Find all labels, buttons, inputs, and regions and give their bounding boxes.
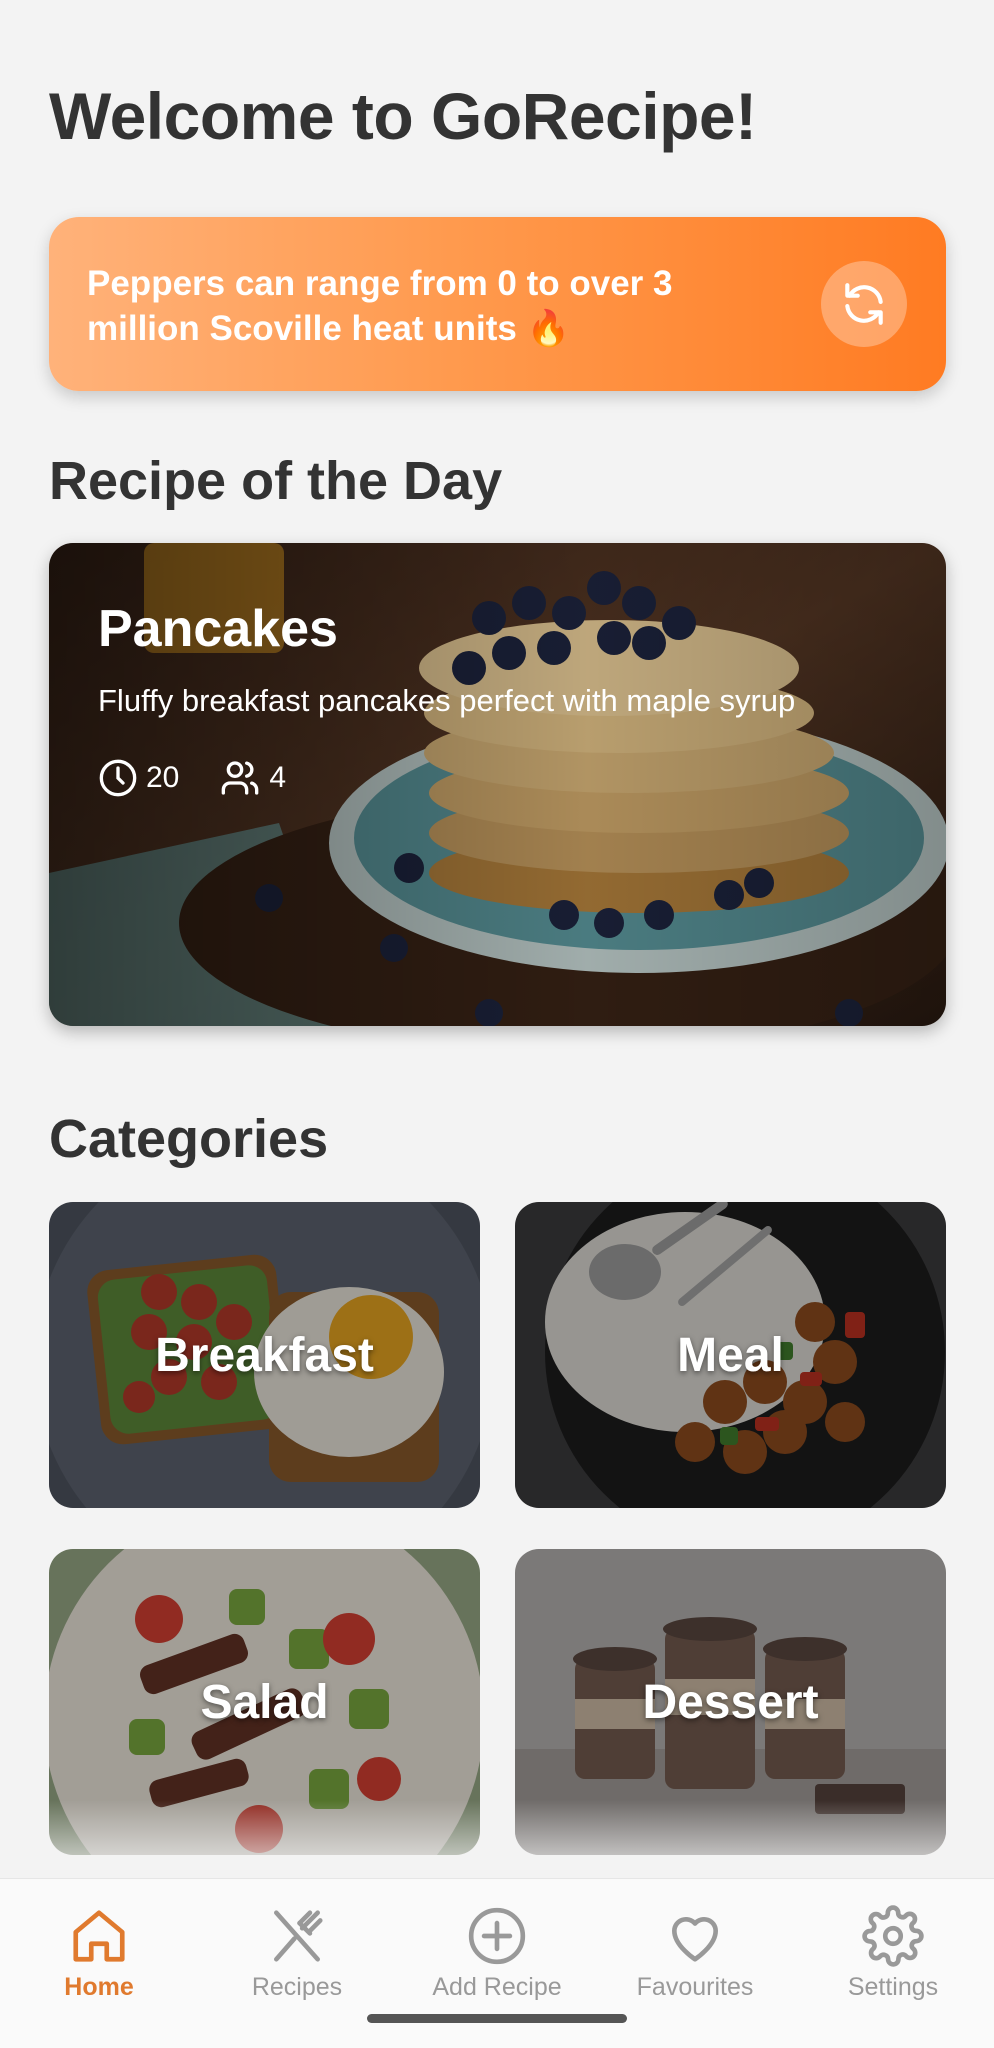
categories-heading: Categories	[49, 1109, 329, 1169]
refresh-icon	[845, 283, 883, 325]
fact-text: Peppers can range from 0 to over 3 milli…	[87, 264, 673, 348]
recipe-servings-value: 4	[269, 761, 287, 794]
refresh-fact-button[interactable]	[821, 261, 907, 347]
page-title: Welcome to GoRecipe!	[49, 79, 757, 153]
nav-label: Add Recipe	[432, 1973, 562, 2001]
recipe-description: Fluffy breakfast pancakes perfect with m…	[98, 683, 796, 718]
recipe-name: Pancakes	[98, 600, 338, 658]
nav-settings[interactable]: Settings	[798, 1905, 988, 2002]
category-breakfast[interactable]: Breakfast	[49, 1202, 480, 1508]
recipe-servings: 4	[219, 758, 286, 798]
nav-label: Settings	[847, 1973, 939, 2001]
users-icon	[222, 761, 259, 795]
nav-recipes[interactable]: Recipes	[202, 1905, 392, 2002]
nav-label: Home	[64, 1973, 134, 2001]
category-meal[interactable]: Meal	[515, 1202, 946, 1508]
nav-favourites[interactable]: Favourites	[600, 1905, 790, 2002]
recipe-meta: 20 4	[98, 758, 326, 798]
category-label: Breakfast	[155, 1328, 374, 1382]
clock-icon	[99, 759, 137, 797]
home-icon	[73, 1910, 125, 1962]
utensils-icon	[274, 1910, 323, 1962]
nav-label: Favourites	[636, 1973, 754, 2001]
plus-circle-icon	[468, 1907, 526, 1965]
recipe-time: 20	[98, 758, 179, 798]
scroll-fade	[0, 1800, 994, 1880]
recipe-time-value: 20	[146, 761, 180, 794]
home-indicator[interactable]	[367, 2014, 627, 2023]
nav-home[interactable]: Home	[4, 1905, 194, 2002]
gear-icon	[862, 1905, 924, 1967]
nav-add-recipe[interactable]: Add Recipe	[402, 1905, 592, 2002]
recipe-of-the-day-heading: Recipe of the Day	[49, 451, 503, 511]
recipe-of-the-day-card[interactable]: Pancakes Fluffy breakfast pancakes perfe…	[49, 543, 946, 1026]
nav-label: Recipes	[251, 1973, 343, 2001]
category-label: Meal	[677, 1328, 784, 1382]
heart-icon	[672, 1916, 718, 1962]
fact-card: Peppers can range from 0 to over 3 milli…	[49, 217, 946, 391]
